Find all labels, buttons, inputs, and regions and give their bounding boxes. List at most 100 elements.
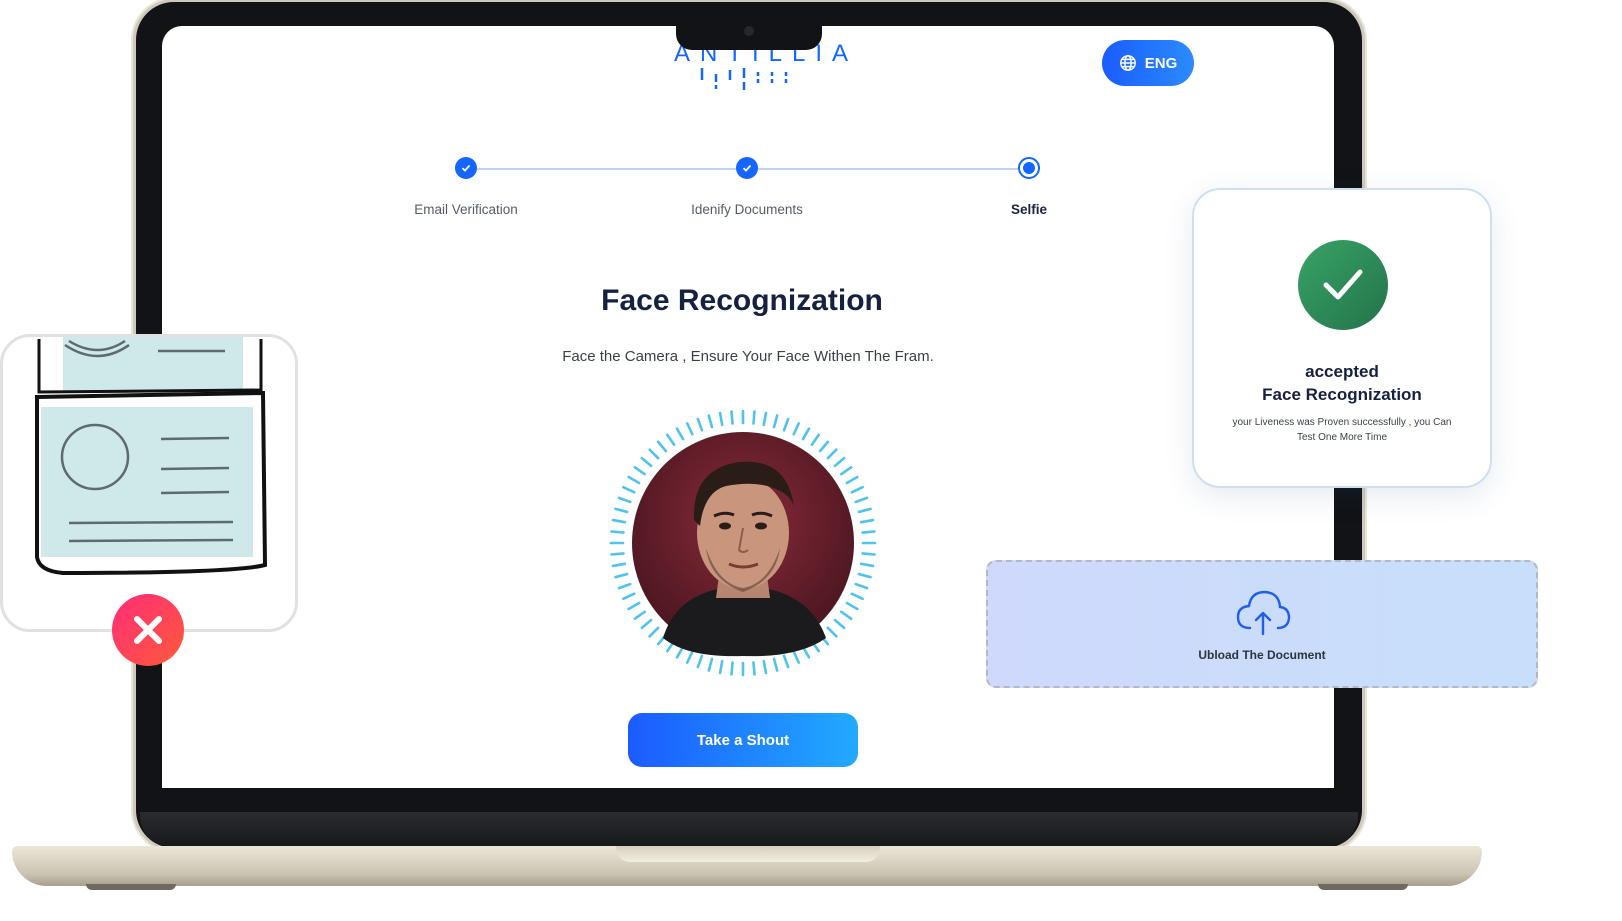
scan-ring-tick <box>752 661 756 676</box>
scan-ring-tick <box>730 661 734 676</box>
scan-ring-tick <box>772 657 779 672</box>
cloud-upload-icon <box>1236 590 1291 636</box>
scan-ring-tick <box>696 654 704 669</box>
scan-ring-tick <box>622 485 636 494</box>
page-title: Face Recognization <box>601 284 883 317</box>
upload-label: Ubload The Document <box>1198 648 1326 662</box>
accepted-title: accepted <box>1305 362 1379 381</box>
scan-ring-tick <box>633 465 647 476</box>
scan-ring-tick <box>627 601 641 611</box>
step-selfie-indicator <box>1018 157 1040 179</box>
check-icon <box>742 164 752 172</box>
laptop-foot <box>1318 884 1408 890</box>
scan-ring-tick <box>622 592 636 601</box>
scan-ring-tick <box>859 518 875 524</box>
scan-ring-tick <box>718 411 724 427</box>
scan-ring-tick <box>718 659 724 675</box>
scan-ring-tick <box>762 659 768 675</box>
stepper-connector <box>477 168 737 170</box>
scan-ring-tick <box>818 440 830 453</box>
scan-ring-tick <box>730 410 734 425</box>
scan-ring-tick <box>850 485 864 494</box>
scan-ring-tick <box>707 414 714 429</box>
camera-notch <box>676 20 822 50</box>
scan-ring-tick <box>640 618 653 630</box>
step-email-indicator <box>455 157 477 179</box>
scan-ring-tick <box>826 626 838 638</box>
scan-ring-tick <box>685 650 694 664</box>
scan-ring-tick <box>611 518 627 524</box>
scan-ring-tick <box>782 417 790 432</box>
accepted-subtitle: Face Recognization <box>1262 385 1422 404</box>
take-photo-button[interactable]: Take a Shout <box>628 713 858 767</box>
scan-ring-tick <box>833 456 846 468</box>
laptop-hinge <box>140 812 1358 846</box>
scan-ring-tick <box>859 562 875 568</box>
scan-ring-tick <box>792 650 801 664</box>
upload-dropzone[interactable]: Ubload The Document <box>986 560 1538 688</box>
scan-ring-tick <box>617 582 632 590</box>
scan-ring-tick <box>656 440 668 453</box>
logo-bars-icon <box>700 68 788 90</box>
page-subtitle: Face the Camera , Ensure Your Face Withe… <box>562 348 934 365</box>
scan-ring-tick <box>685 422 694 436</box>
globe-icon <box>1119 55 1136 71</box>
scan-ring-tick <box>633 610 647 621</box>
id-document-card <box>0 334 298 632</box>
scan-ring-tick <box>696 417 704 432</box>
accepted-description: your Liveness was Proven successfully , … <box>1232 417 1452 443</box>
scan-ring-tick <box>614 572 629 579</box>
step-label-selfie: Selfie <box>1010 202 1048 217</box>
scan-ring-tick <box>752 410 756 425</box>
face-scan-ring <box>609 409 877 677</box>
scan-ring-tick <box>648 448 660 460</box>
scan-ring-tick <box>610 552 625 556</box>
stepper-connector <box>758 168 1018 170</box>
scan-ring-tick <box>707 657 714 672</box>
scan-ring-tick <box>854 582 869 590</box>
check-icon <box>1323 269 1363 300</box>
scan-ring-tick <box>854 496 869 504</box>
scan-ring-tick <box>648 626 660 638</box>
scan-ring-tick <box>801 427 811 441</box>
laptop-opening-notch <box>616 846 880 862</box>
language-label: ENG <box>1144 54 1178 72</box>
close-icon <box>134 616 162 644</box>
camera-preview <box>608 408 878 678</box>
scan-ring-tick <box>772 414 779 429</box>
step-label-email: Email Verification <box>414 202 518 217</box>
scan-ring-tick <box>845 601 859 611</box>
scan-ring-tick <box>857 507 872 514</box>
laptop-foot <box>86 884 176 890</box>
success-badge <box>1298 240 1388 330</box>
scan-ring-tick <box>762 411 768 427</box>
scan-ring-tick <box>617 496 632 504</box>
scan-ring-tick <box>845 475 859 485</box>
id-document-illustration <box>35 337 268 576</box>
scan-ring-tick <box>861 552 876 556</box>
scan-ring-tick <box>839 610 853 621</box>
camera-lens <box>744 26 754 36</box>
scan-ring-tick <box>792 422 801 436</box>
scan-ring-tick <box>826 448 838 460</box>
reject-badge <box>112 594 184 666</box>
scan-ring-tick <box>611 562 627 568</box>
accepted-result-card: accepted Face Recognization your Livenes… <box>1192 188 1492 488</box>
scan-ring-tick <box>857 572 872 579</box>
language-button[interactable]: ENG <box>1102 40 1194 86</box>
scan-ring-tick <box>833 618 846 630</box>
scan-ring-tick <box>675 427 685 441</box>
check-icon <box>461 164 471 172</box>
step-label-documents: Idenify Documents <box>691 202 803 217</box>
scan-ring-tick <box>810 433 821 447</box>
scan-ring-tick <box>839 465 853 476</box>
scan-ring-tick <box>614 507 629 514</box>
scan-ring-tick <box>782 654 790 669</box>
scan-ring-tick <box>861 530 876 534</box>
scan-ring-tick <box>850 592 864 601</box>
scan-ring-tick <box>627 475 641 485</box>
step-documents-indicator <box>736 157 758 179</box>
scan-ring-tick <box>610 530 625 534</box>
scan-ring-tick <box>640 456 653 468</box>
scan-ring-tick <box>665 433 676 447</box>
